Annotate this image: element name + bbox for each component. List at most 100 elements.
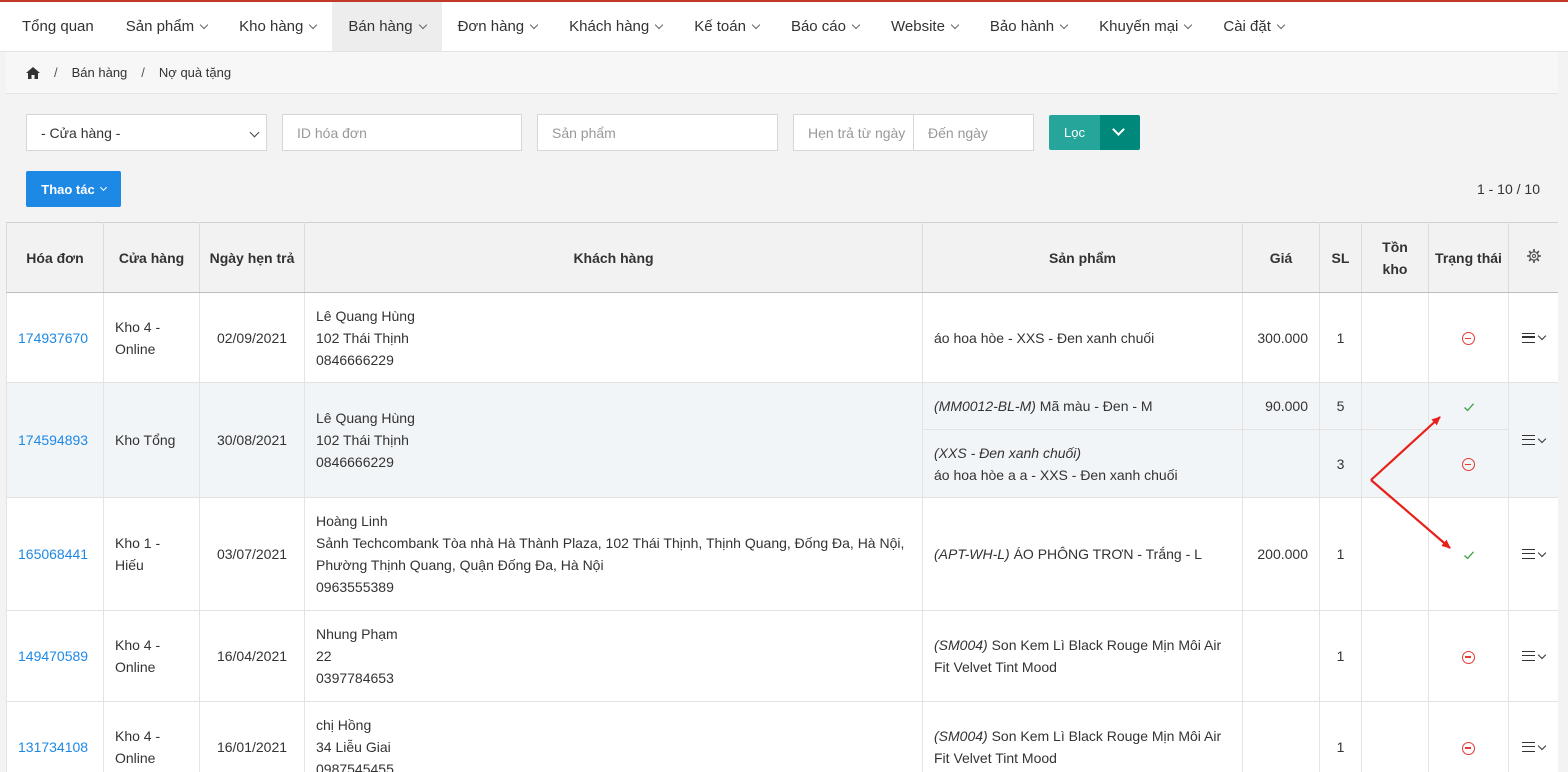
chevron-down-icon: [249, 127, 260, 138]
row-actions-cell: [1508, 497, 1558, 611]
stock-cell: [1361, 292, 1429, 383]
due-date-cell: 16/01/2021: [199, 701, 305, 772]
invoice-link[interactable]: 174594893: [18, 432, 88, 448]
customer-line: 0963555389: [316, 579, 394, 595]
customer-line: 0987545455: [316, 761, 394, 772]
chevron-down-icon: [199, 20, 209, 29]
status-cell[interactable]: [1428, 429, 1509, 498]
nav-item-6[interactable]: Kế toán: [678, 2, 775, 51]
nav-item-label: Sản phẩm: [125, 18, 195, 35]
minus-circle-icon: [1462, 332, 1475, 346]
header-stock: Tồn kho: [1361, 222, 1429, 293]
table-row: 165068441 Kho 1 - Hiếu 03/07/2021 Hoàng Lin…: [6, 497, 1558, 611]
nav-item-11[interactable]: Cài đặt: [1207, 2, 1300, 51]
row-actions-cell: [1508, 382, 1558, 498]
actions-button[interactable]: Thao tác: [26, 171, 121, 207]
price-cell: 300.000: [1242, 292, 1320, 383]
invoice-link[interactable]: 149470589: [18, 648, 88, 664]
from-date-input[interactable]: Hẹn trả từ ngày: [793, 114, 914, 151]
nav-item-3[interactable]: Bán hàng: [332, 2, 442, 51]
chevron-down-icon: [1112, 123, 1125, 136]
header-price: Giá: [1242, 222, 1320, 293]
invoice-cell: 149470589: [6, 610, 104, 702]
product-code: (APT-WH-L): [934, 546, 1010, 562]
invoice-link[interactable]: 165068441: [18, 546, 88, 562]
nav-item-5[interactable]: Khách hàng: [553, 2, 678, 51]
invoice-id-input[interactable]: ID hóa đơn: [282, 114, 522, 151]
header-store: Cửa hàng: [103, 222, 200, 293]
store-cell: Kho 4 - Online: [103, 292, 200, 383]
store-select-value: - Cửa hàng -: [41, 124, 121, 141]
store-select[interactable]: - Cửa hàng -: [26, 114, 267, 151]
header-product: Sản phẩm: [922, 222, 1243, 293]
product-name: Mã màu - Đen - M: [1039, 398, 1153, 414]
pagination-count: 1 - 10 / 10: [1476, 181, 1540, 197]
chevron-down-icon: [1537, 434, 1547, 443]
breadcrumb-item-sales[interactable]: Bán hàng: [72, 65, 128, 80]
due-date-cell: 30/08/2021: [199, 382, 305, 498]
customer-line: Hoàng Linh: [316, 513, 388, 529]
nav-item-label: Bảo hành: [989, 18, 1055, 35]
nav-item-label: Kho hàng: [239, 18, 304, 35]
customer-line: Lê Quang Hùng: [316, 410, 415, 426]
filter-button[interactable]: Lọc: [1049, 115, 1100, 150]
status-cell[interactable]: [1428, 497, 1509, 611]
nav-item-2[interactable]: Kho hàng: [223, 2, 332, 51]
gear-icon[interactable]: [1526, 248, 1541, 263]
minus-circle-icon: [1462, 741, 1475, 755]
chevron-down-icon: [751, 20, 761, 29]
row-menu-button[interactable]: [1522, 741, 1547, 752]
customer-line: 102 Thái Thịnh: [316, 432, 409, 448]
product-name: ÁO PHÔNG TRƠN - Trắng - L: [1013, 546, 1202, 562]
status-cell[interactable]: [1428, 382, 1509, 430]
chevron-down-icon: [99, 183, 107, 192]
row-actions-cell: [1508, 292, 1558, 383]
header-due-date: Ngày hẹn trả: [199, 222, 305, 293]
table-row: 149470589 Kho 4 - Online 16/04/2021 Nhung P…: [6, 610, 1558, 702]
nav-item-9[interactable]: Bảo hành: [974, 2, 1083, 51]
product-input[interactable]: Sản phẩm: [537, 114, 778, 151]
customer-cell: Nhung Phạm 22 0397784653: [304, 610, 923, 702]
breadcrumb: / Bán hàng / Nợ quà tặng: [6, 52, 1558, 94]
row-menu-button[interactable]: [1522, 548, 1547, 559]
price-cell: [1242, 610, 1320, 702]
row-menu-button[interactable]: [1522, 331, 1547, 343]
invoice-link[interactable]: 174937670: [18, 330, 88, 346]
price-cell: [1242, 429, 1320, 498]
breadcrumb-separator: /: [141, 65, 145, 80]
nav-item-10[interactable]: Khuyến mại: [1083, 2, 1207, 51]
store-cell: Kho 1 - Hiếu: [103, 497, 200, 611]
header-settings[interactable]: [1508, 222, 1558, 293]
store-cell: Kho Tổng: [103, 382, 200, 498]
nav-item-1[interactable]: Sản phẩm: [110, 2, 223, 51]
to-date-input[interactable]: Đến ngày: [913, 114, 1034, 151]
gift-debt-table: Hóa đơn Cửa hàng Ngày hẹn trả Khách hàng…: [6, 222, 1558, 772]
row-menu-button[interactable]: [1522, 650, 1547, 661]
nav-item-8[interactable]: Website: [875, 2, 974, 51]
home-icon[interactable]: [26, 66, 40, 79]
filter-dropdown-button[interactable]: [1100, 115, 1140, 150]
product-code: (MM0012-BL-M): [934, 398, 1036, 414]
nav-item-4[interactable]: Đơn hàng: [442, 2, 554, 51]
customer-line: chị Hồng: [316, 717, 372, 733]
nav-item-7[interactable]: Báo cáo: [775, 2, 875, 51]
invoice-link[interactable]: 131734108: [18, 739, 88, 755]
invoice-id-placeholder: ID hóa đơn: [297, 124, 367, 141]
nav-item-label: Khách hàng: [569, 18, 650, 35]
status-cell[interactable]: [1428, 610, 1509, 702]
page-scrollbar[interactable]: [1558, 52, 1568, 772]
chevron-down-icon: [529, 20, 539, 29]
product-cell: (APT-WH-L) ÁO PHÔNG TRƠN - Trắng - L: [922, 497, 1243, 611]
invoice-cell: 131734108: [6, 701, 104, 772]
menu-icon: [1522, 742, 1535, 752]
status-cell[interactable]: [1428, 701, 1509, 772]
customer-cell: chị Hồng 34 Liễu Giai 0987545455: [304, 701, 923, 772]
price-cell: 90.000: [1242, 382, 1320, 430]
customer-line: Sảnh Techcombank Tòa nhà Hà Thành Plaza,…: [316, 535, 905, 573]
row-menu-button[interactable]: [1522, 434, 1547, 445]
qty-cell: 1: [1319, 497, 1362, 611]
nav-item-0[interactable]: Tổng quan: [6, 2, 110, 51]
status-cell[interactable]: [1428, 292, 1509, 383]
menu-icon: [1522, 332, 1535, 343]
from-date-placeholder: Hẹn trả từ ngày: [808, 124, 906, 141]
